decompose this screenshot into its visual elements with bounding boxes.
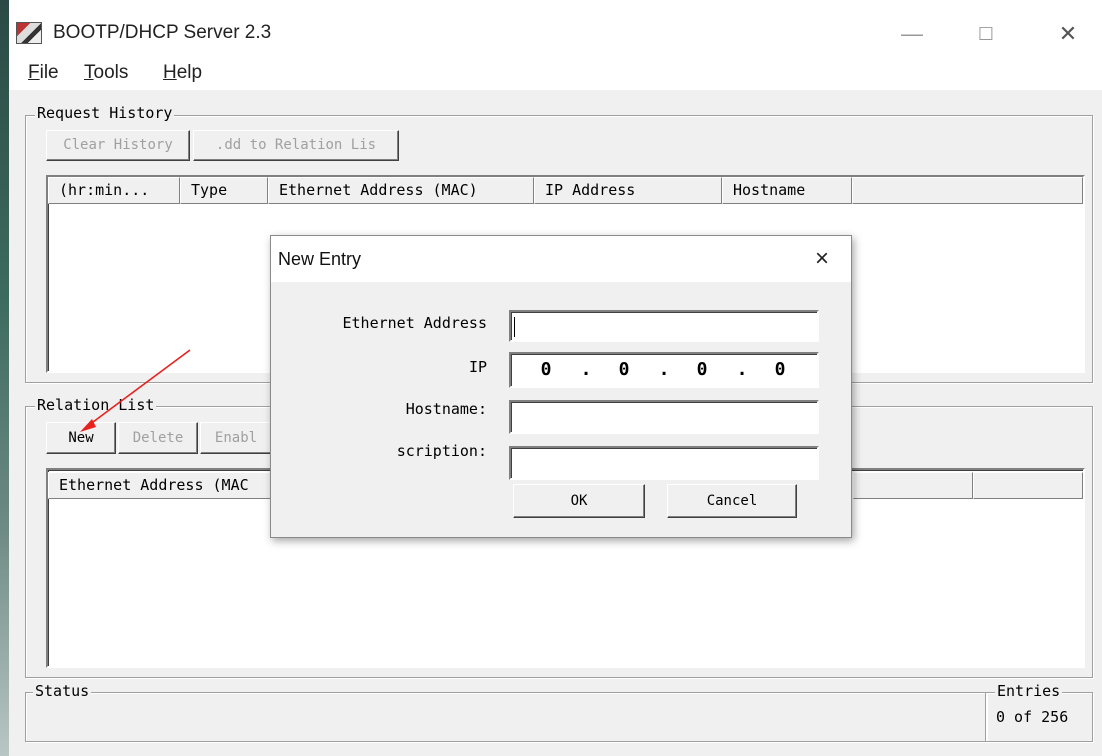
column-header-type[interactable]: Type <box>180 177 268 204</box>
menu-file[interactable]: File <box>28 62 59 84</box>
menu-help[interactable]: Help <box>163 62 202 84</box>
add-to-relation-list-button[interactable]: .dd to Relation Lis <box>193 130 399 161</box>
desktop-background <box>0 0 9 756</box>
request-history-title: Request History <box>35 104 175 122</box>
ip-octet-2[interactable]: 0 <box>609 359 639 380</box>
column-header-mac[interactable]: Ethernet Address (MAC) <box>268 177 534 204</box>
ip-octet-1[interactable]: 0 <box>531 359 561 380</box>
window-title: BOOTP/DHCP Server 2.3 <box>53 22 272 43</box>
dialog-title: New Entry <box>278 249 362 269</box>
entries-count: 0 of 256 <box>996 708 1069 726</box>
ip-dot: . <box>580 359 592 380</box>
clear-history-button[interactable]: Clear History <box>46 130 190 161</box>
close-button[interactable]: ✕ <box>1048 20 1088 48</box>
hostname-label: Hostname: <box>405 400 487 418</box>
dialog-close-icon[interactable]: × <box>807 244 837 274</box>
maximize-button[interactable]: ☐ <box>966 20 1006 48</box>
ip-label: IP <box>468 358 487 376</box>
column-header-filler <box>852 177 1083 204</box>
description-label: scription: <box>396 442 487 460</box>
column-header-hostname[interactable]: Hostname <box>722 177 852 204</box>
column-header-ip[interactable]: IP Address <box>534 177 722 204</box>
enable-button[interactable]: Enabl <box>200 422 272 454</box>
cancel-button[interactable]: Cancel <box>667 484 797 518</box>
status-title: Status <box>33 682 92 700</box>
hostname-input[interactable] <box>509 400 819 434</box>
ip-dot: . <box>736 359 748 380</box>
column-header-relation-col2[interactable] <box>853 472 973 499</box>
minimize-button[interactable]: — <box>892 20 932 48</box>
description-input[interactable] <box>509 446 819 480</box>
column-header-relation-col3[interactable] <box>973 472 1083 499</box>
ethernet-address-input[interactable] <box>509 310 819 342</box>
ip-dot: . <box>658 359 670 380</box>
ip-address-input[interactable]: 0 . 0 . 0 . 0 <box>509 352 819 388</box>
new-entry-dialog: New Entry × Ethernet Address IP 0 . 0 . … <box>270 235 852 538</box>
ip-octet-3[interactable]: 0 <box>687 359 717 380</box>
entries-title: Entries <box>995 682 1063 700</box>
column-header-time[interactable]: (hr:min... <box>48 177 180 204</box>
app-icon <box>16 22 42 44</box>
ip-octet-4[interactable]: 0 <box>765 359 795 380</box>
ok-button[interactable]: OK <box>513 484 645 518</box>
menu-tools[interactable]: Tools <box>84 62 128 84</box>
text-caret <box>514 317 515 337</box>
ethernet-address-label: Ethernet Address <box>342 314 488 332</box>
status-group <box>25 692 987 742</box>
annotation-arrow-icon <box>80 349 191 432</box>
column-header-relation-mac[interactable]: Ethernet Address (MAC <box>48 472 278 499</box>
